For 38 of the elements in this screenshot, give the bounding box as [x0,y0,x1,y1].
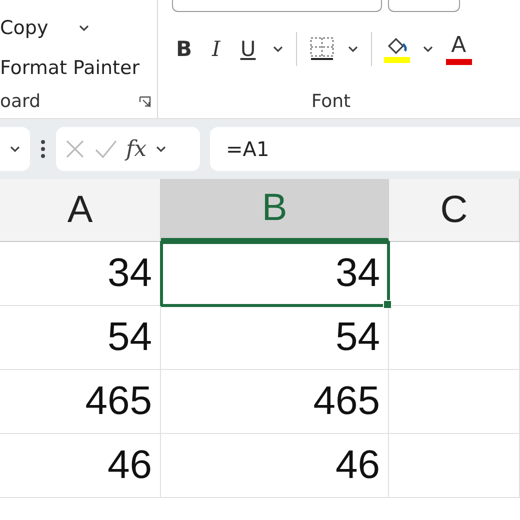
borders-icon[interactable] [308,36,335,62]
caret-icon[interactable] [154,145,167,153]
bold-button[interactable]: B [172,35,196,63]
empty-cell[interactable] [389,370,520,434]
group-label: Font [311,91,351,112]
caret-icon[interactable] [9,145,21,153]
caret-icon[interactable] [78,24,90,32]
empty-cell[interactable] [389,434,520,498]
fill-handle[interactable] [383,300,392,309]
italic-button[interactable]: I [208,35,224,63]
font-color-button[interactable]: A [446,34,472,64]
copy-button[interactable]: Copy [0,8,157,48]
insert-function-button[interactable]: fx [126,136,147,162]
underline-button[interactable]: U [236,35,260,63]
table-cell[interactable]: 46 [161,434,389,498]
more-icon[interactable] [40,139,46,159]
caret-icon[interactable] [272,45,284,53]
check-icon[interactable] [94,138,118,160]
group-label: oard [0,91,41,112]
column-header[interactable]: C [389,179,520,241]
font-name-field[interactable] [172,0,382,12]
table-cell[interactable]: 46 [0,434,161,498]
caret-icon[interactable] [346,45,359,53]
fill-color-button[interactable] [384,36,410,62]
empty-cell[interactable] [389,242,520,306]
table-cell[interactable]: 54 [0,306,161,370]
caret-icon[interactable] [422,45,434,53]
table-cell[interactable]: 465 [0,370,161,434]
table-cell[interactable]: 465 [161,370,389,434]
dialog-launcher-icon[interactable] [139,96,151,108]
table-cell[interactable]: 34 [161,242,389,306]
font-size-field[interactable] [388,0,460,12]
table-cell[interactable]: 34 [0,242,161,306]
formula-field[interactable]: =A1 [210,127,520,171]
empty-cell[interactable] [389,306,520,370]
format-painter-button[interactable]: Format Painter [0,48,157,88]
column-header[interactable]: B [161,179,389,241]
table-cell[interactable]: 54 [161,306,389,370]
